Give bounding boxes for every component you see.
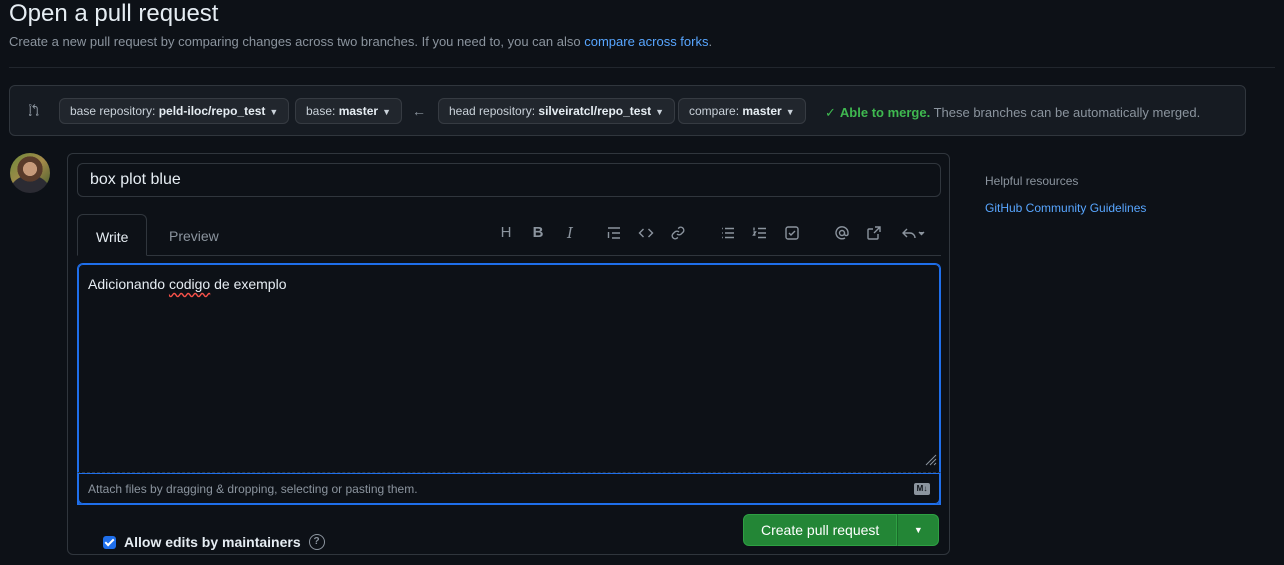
caret-down-icon: ▼ [785, 107, 795, 117]
merge-status: ✓ Able to merge. These branches can be au… [825, 105, 1200, 121]
mention-icon[interactable] [831, 222, 853, 244]
attach-hint: Attach files by dragging & dropping, sel… [88, 482, 418, 496]
task-list-icon[interactable] [781, 222, 803, 244]
caret-down-icon: ▼ [269, 107, 279, 117]
head-repository-button[interactable]: head repository: silveiratcl/repo_test ▼ [438, 98, 676, 124]
markdown-icon[interactable]: M↓ [914, 483, 930, 495]
arrow-left-icon: ← [412, 103, 426, 119]
code-icon[interactable] [635, 222, 657, 244]
merge-message: These branches can be automatically merg… [930, 105, 1201, 120]
create-pr-button-group: Create pull request ▼ [743, 514, 940, 546]
allow-edits-option: Allow edits by maintainers ? [103, 534, 325, 550]
community-guidelines-link[interactable]: GitHub Community Guidelines [985, 201, 1146, 215]
compare-branch-button[interactable]: compare: master ▼ [678, 98, 806, 124]
create-pr-dropdown-button[interactable]: ▼ [897, 514, 940, 546]
pull-request-form: Write Preview H B I [67, 153, 950, 555]
subtitle-text: Create a new pull request by comparing c… [9, 34, 585, 49]
link-icon[interactable] [667, 222, 689, 244]
question-icon[interactable]: ? [308, 534, 325, 550]
base-branch-button[interactable]: base: master ▼ [295, 98, 402, 124]
quote-icon[interactable] [603, 222, 625, 244]
body-text-end: de exemplo [210, 276, 287, 292]
heading-icon[interactable]: H [495, 222, 517, 244]
compare-label: compare: [689, 104, 743, 118]
resize-handle-icon[interactable] [923, 452, 937, 466]
tab-write[interactable]: Write [77, 214, 148, 256]
attach-files-bar[interactable]: Attach files by dragging & dropping, sel… [77, 472, 941, 505]
bold-icon[interactable]: B [527, 222, 549, 244]
pr-body-editor[interactable]: Adicionando codigo de exemplo [77, 263, 941, 505]
page-subtitle: Create a new pull request by comparing c… [9, 34, 712, 49]
pr-title-input[interactable] [77, 163, 941, 197]
base-value: master [338, 104, 379, 118]
tab-preview[interactable]: Preview [151, 214, 237, 255]
head-repo-value: silveiratcl/repo_test [538, 104, 652, 118]
user-avatar[interactable] [10, 153, 50, 193]
caret-down-icon: ▼ [913, 525, 923, 535]
base-label: base: [306, 104, 339, 118]
markdown-toolbar: H B I [495, 222, 935, 246]
git-compare-icon [26, 102, 42, 118]
create-pull-request-button[interactable]: Create pull request [743, 514, 898, 546]
editor-tab-bar: Write Preview H B I [77, 214, 941, 256]
compare-across-forks-link[interactable]: compare across forks [584, 34, 708, 49]
merge-ok-text: Able to merge. [839, 105, 931, 120]
unordered-list-icon[interactable] [717, 222, 739, 244]
reference-icon[interactable] [863, 222, 885, 244]
italic-icon[interactable]: I [559, 222, 581, 244]
base-repository-button[interactable]: base repository: peld-iloc/repo_test ▼ [59, 98, 290, 124]
compare-range-bar: base repository: peld-iloc/repo_test ▼ ba… [9, 85, 1246, 136]
reply-icon[interactable] [895, 222, 931, 244]
caret-down-icon: ▼ [655, 107, 665, 117]
check-icon: ✓ [825, 105, 836, 120]
ordered-list-icon[interactable] [749, 222, 771, 244]
helpful-resources-heading: Helpful resources [985, 174, 1079, 188]
allow-edits-checkbox[interactable] [103, 535, 116, 549]
base-repo-value: peld-iloc/repo_test [158, 104, 266, 118]
allow-edits-label: Allow edits by maintainers [124, 534, 301, 550]
body-text: Adicionando [88, 276, 169, 292]
subtitle-suffix: . [708, 34, 713, 49]
page-title: Open a pull request [9, 0, 219, 27]
compare-value: master [742, 104, 782, 118]
base-repo-label: base repository: [70, 104, 159, 118]
header-divider [9, 67, 1275, 68]
misspelled-word: codigo [168, 276, 211, 292]
caret-down-icon: ▼ [382, 107, 391, 117]
head-repo-label: head repository: [449, 104, 539, 118]
